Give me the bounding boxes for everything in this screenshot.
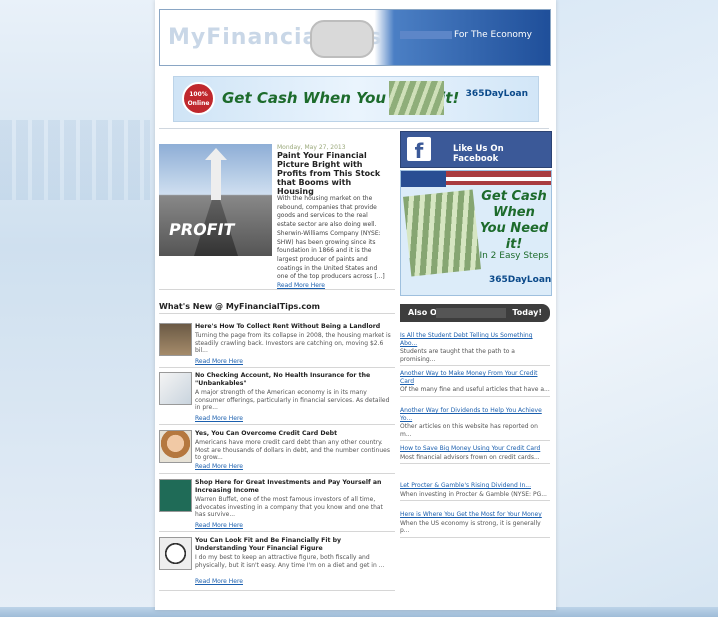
also-on-today: Today! (512, 308, 542, 317)
featured-image-label: PROFIT (167, 220, 237, 239)
divider (159, 128, 549, 129)
divider (159, 313, 395, 314)
sidebar-link[interactable]: Another Way for Dividends to Help You Ac… (400, 407, 550, 422)
sidebar-link-item: Another Way to Make Money From Your Cred… (400, 370, 550, 397)
woman-face-icon[interactable] (159, 430, 192, 463)
list-item-title[interactable]: Yes, You Can Overcome Credit Card Debt (195, 430, 391, 438)
sidebar-link[interactable]: How to Save Big Money Using Your Credit … (400, 445, 550, 453)
list-item-body: I do my best to keep an attractive figur… (195, 554, 385, 569)
banner-tagline: For The Economy (400, 30, 532, 40)
also-on-redacted (436, 308, 506, 318)
tagline-redacted (400, 30, 453, 39)
sidebar-link[interactable]: Let Procter & Gamble's Rising Dividend I… (400, 482, 550, 490)
sidebar-link-desc: Students are taught that the path to a p… (400, 348, 515, 363)
list-item-title[interactable]: Shop Here for Great Investments and Pay … (195, 479, 391, 495)
sidebar-link-item: Is All the Student Debt Telling Us Somet… (400, 332, 550, 366)
tagline-text: For The Economy (454, 30, 532, 40)
sidebar-link[interactable]: Is All the Student Debt Telling Us Somet… (400, 332, 550, 347)
up-arrow-icon (211, 158, 221, 200)
featured-title[interactable]: Paint Your Financial Picture Bright with… (277, 151, 387, 196)
sidebar-link-desc: When investing in Procter & Gamble (NYSE… (400, 490, 547, 498)
divider (400, 440, 550, 441)
background-keyboard-graphic (0, 120, 150, 200)
sidebar-link-desc: Other articles on this website has repor… (400, 423, 538, 438)
logo-speech-bubble (310, 20, 374, 58)
divider (159, 289, 395, 290)
list-item-body: Turning the page from its collapse in 20… (195, 332, 391, 354)
featured-image[interactable]: PROFIT (159, 144, 272, 256)
sidebar-link-item: Another Way for Dividends to Help You Ac… (400, 407, 550, 441)
sidebar-link-item: Let Procter & Gamble's Rising Dividend I… (400, 482, 550, 501)
facebook-icon: f (407, 137, 431, 163)
featured-date: Monday, May 27, 2013 (277, 144, 346, 151)
sidebar-link-desc: Most financial advisors frown on credit … (400, 453, 540, 461)
divider (159, 424, 395, 425)
return-on-equity-icon[interactable] (159, 479, 192, 512)
scale-icon[interactable] (159, 537, 192, 570)
featured-read-more-link[interactable]: Read More Here (277, 282, 325, 289)
divider (159, 367, 395, 368)
money-icon (403, 189, 481, 277)
list-item-title[interactable]: Here's How To Collect Rent Without Being… (195, 323, 391, 331)
divider (400, 463, 550, 464)
divider (400, 365, 550, 366)
form-and-pen-icon[interactable] (159, 372, 192, 405)
site-banner[interactable]: MyFinancialTips For The Economy (159, 9, 551, 66)
for-rent-sign-icon[interactable] (159, 323, 192, 356)
whats-new-heading: What's New @ MyFinancialTips.com (159, 302, 320, 311)
sidebar-link-item: How to Save Big Money Using Your Credit … (400, 445, 550, 464)
featured-body-text: With the housing market on the rebound, … (277, 195, 385, 281)
divider (400, 536, 550, 538)
flag-icon (401, 171, 446, 187)
also-on-header: Also On Today! (400, 304, 550, 322)
list-item-body: Warren Buffet, one of the most famous in… (195, 496, 383, 518)
read-more-link[interactable]: Read More Here (195, 522, 243, 529)
read-more-link[interactable]: Read More Here (195, 578, 243, 585)
background-left (0, 0, 155, 617)
sidebar-link[interactable]: Here is Where You Get the Most for Your … (400, 511, 550, 519)
list-item-title[interactable]: No Checking Account, No Health Insurance… (195, 372, 391, 388)
sidebar-link-desc: When the US economy is strong, it is gen… (400, 519, 541, 535)
divider (159, 590, 395, 591)
sidebar-ad-brand: 365DayLoan (489, 275, 552, 285)
money-icon (389, 81, 444, 115)
facebook-label: Like Us On Facebook (453, 144, 504, 164)
sidebar-ad[interactable]: Get Cash When You Need it! In 2 Easy Ste… (400, 170, 552, 296)
sidebar-ad-subtitle: In 2 Easy Steps (479, 251, 549, 261)
online-badge: 100% Online (182, 82, 215, 115)
sidebar-link[interactable]: Another Way to Make Money From Your Cred… (400, 370, 550, 385)
arrowhead-icon (205, 148, 227, 160)
divider (159, 531, 395, 532)
sidebar-link-item: Here is Where You Get the Most for Your … (400, 511, 550, 538)
sidebar-link-desc: Of the many fine and useful articles tha… (400, 386, 550, 393)
divider (400, 500, 550, 501)
list-item-title[interactable]: You Can Look Fit and Be Financially Fit … (195, 537, 391, 553)
facebook-like-button[interactable]: f Like Us On Facebook (400, 131, 552, 168)
divider (400, 395, 550, 397)
background-right (556, 0, 718, 617)
top-banner-ad[interactable]: 100% Online Get Cash When You Need it! 3… (173, 76, 539, 122)
divider (159, 473, 395, 474)
list-item-body: Americans have more credit card debt tha… (195, 439, 390, 461)
page-content: MyFinancialTips For The Economy 100% Onl… (155, 0, 556, 610)
featured-body: With the housing market on the rebound, … (277, 195, 385, 291)
read-more-link[interactable]: Read More Here (195, 415, 243, 422)
sidebar-ad-headline: Get Cash When You Need it! (479, 189, 549, 252)
read-more-link[interactable]: Read More Here (195, 463, 243, 470)
list-item-body: A major strength of the American economy… (195, 389, 390, 411)
read-more-link[interactable]: Read More Here (195, 358, 243, 365)
top-ad-brand: 365DayLoan (465, 89, 528, 99)
